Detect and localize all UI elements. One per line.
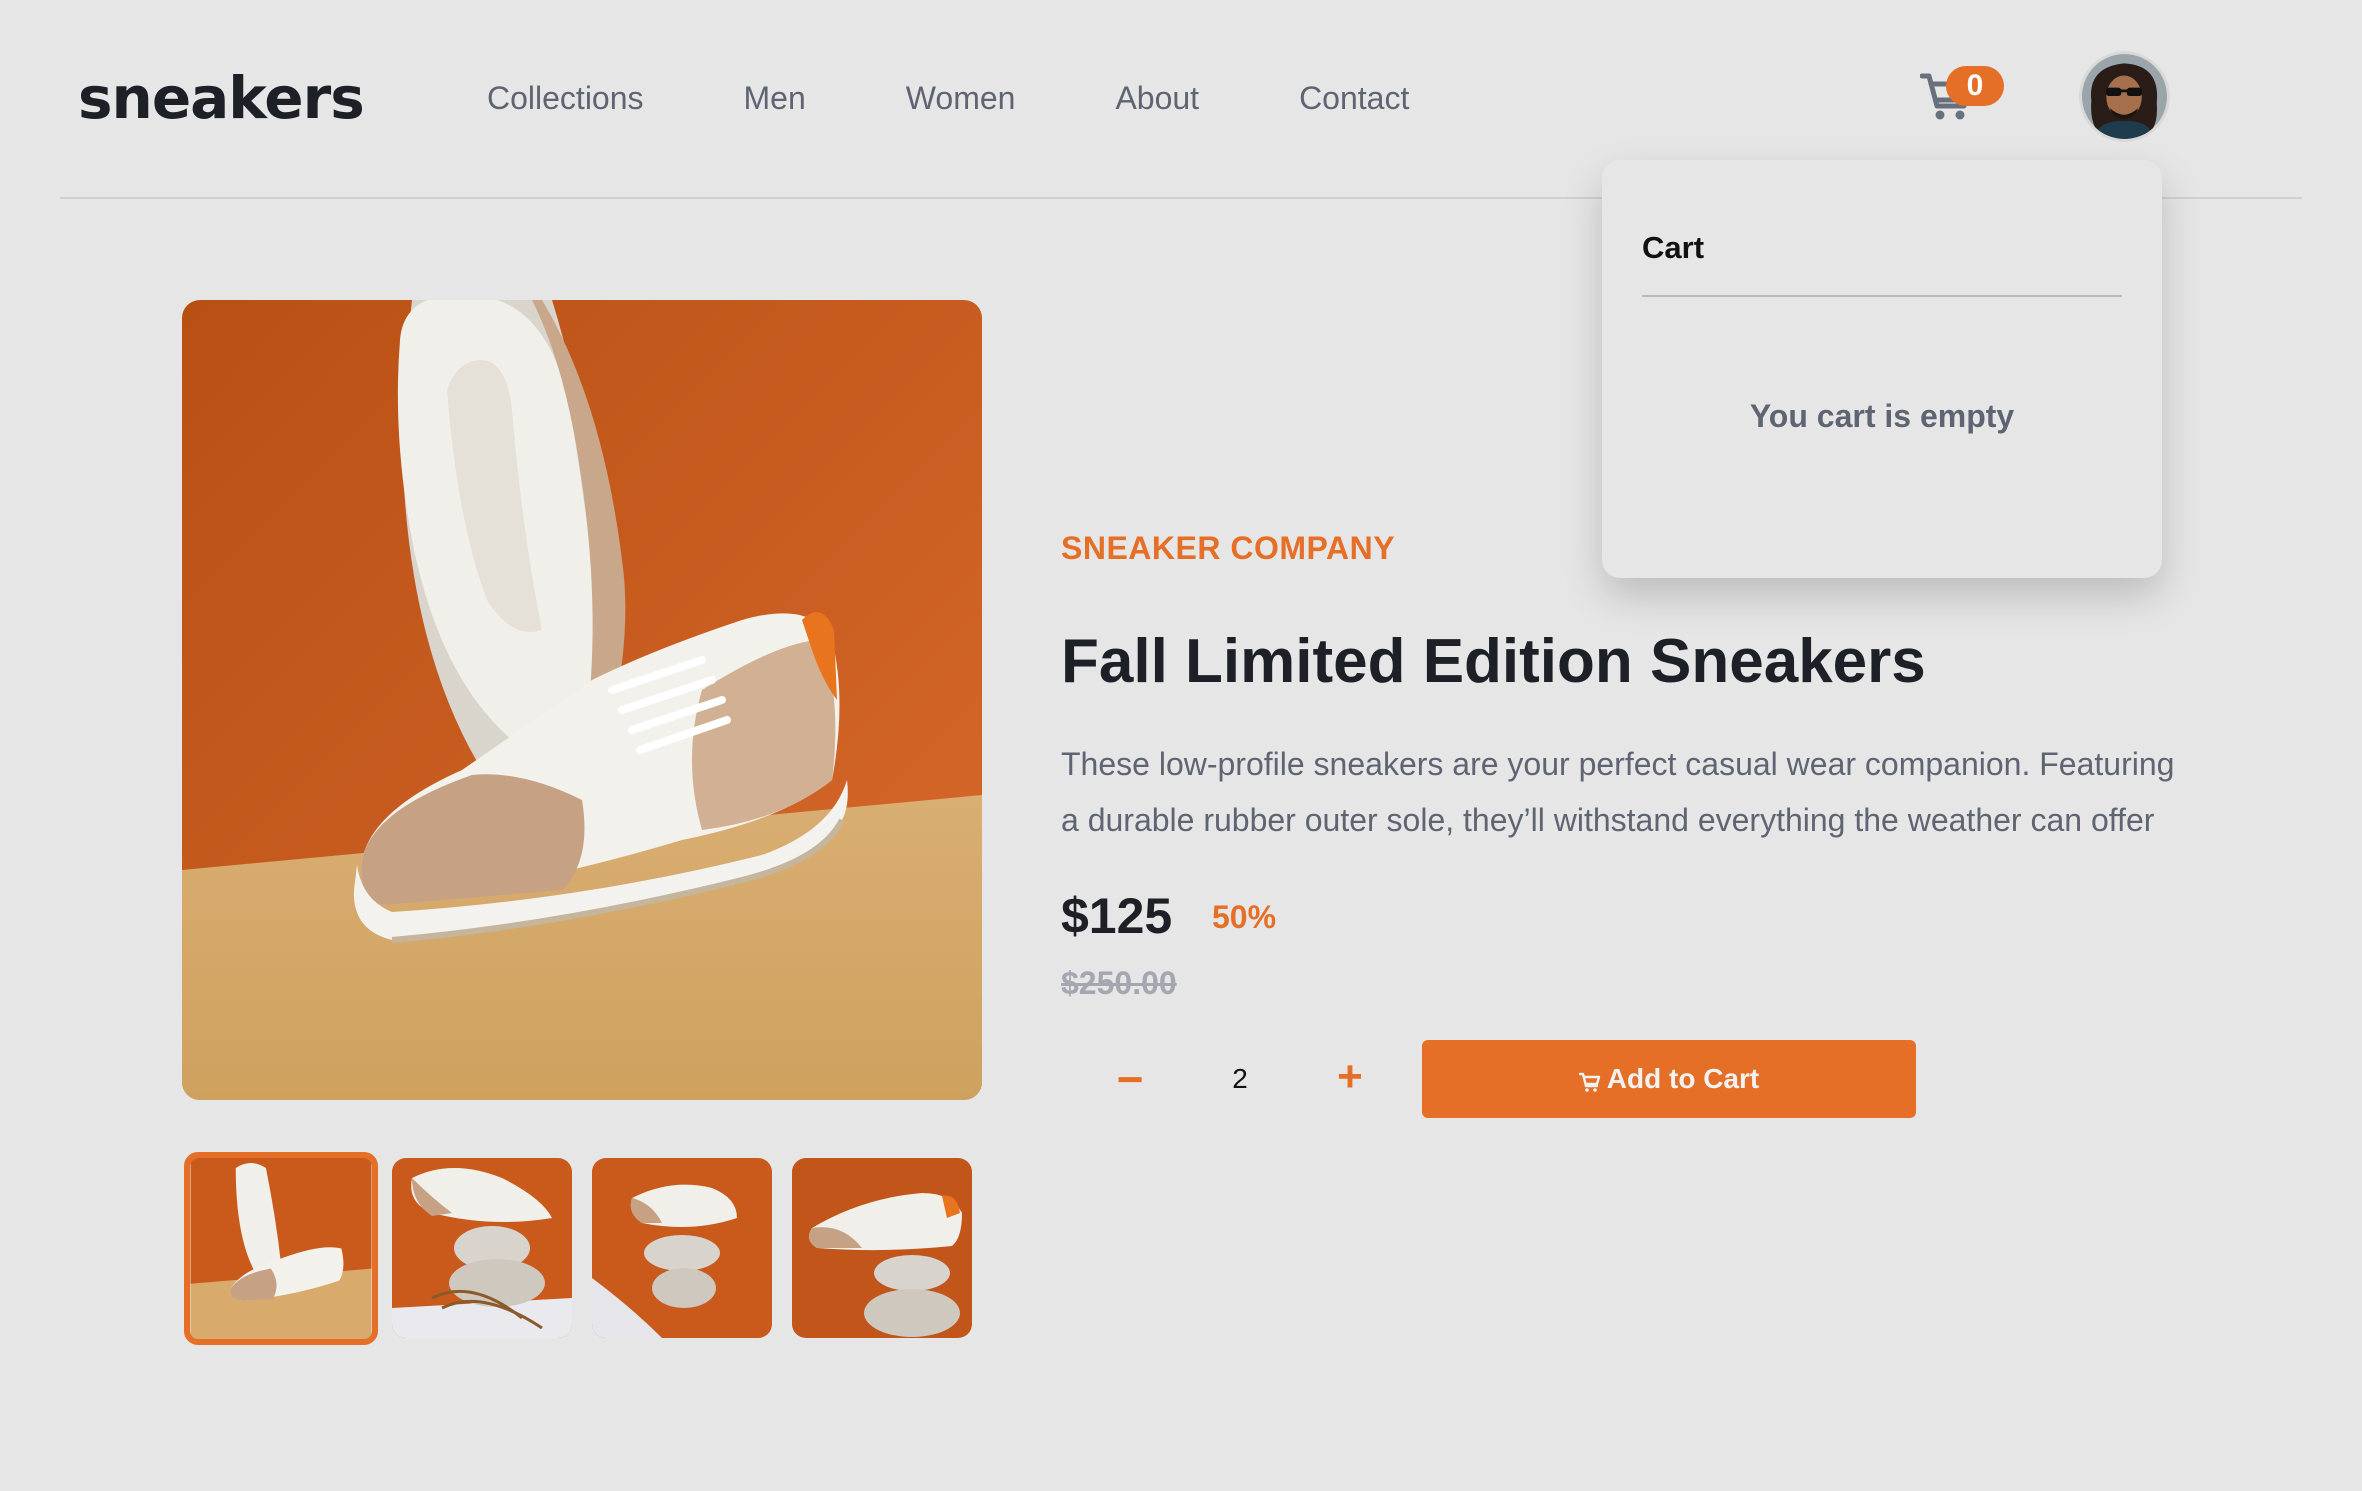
product-description: These low-profile sneakers are your perf… [1061, 746, 2175, 838]
user-avatar[interactable] [2079, 51, 2170, 142]
quantity-value: 2 [1232, 1063, 1248, 1094]
company-label: SNEAKER COMPANY [1061, 530, 1396, 566]
original-price: $250.00 [1061, 965, 1177, 1001]
cart-title: Cart [1642, 230, 1705, 265]
quantity-plus-button[interactable]: + [1330, 1052, 1370, 1102]
nav-women[interactable]: Women [906, 80, 1016, 117]
nav-contact[interactable]: Contact [1299, 80, 1409, 117]
product-main-image[interactable] [182, 300, 982, 1100]
add-to-cart-button[interactable]: Add to Cart [1422, 1040, 1916, 1118]
nav-about[interactable]: About [1115, 80, 1199, 117]
cart-icon [1578, 1068, 1601, 1092]
thumbnail-4[interactable] [792, 1158, 972, 1338]
quantity-minus-button[interactable]: − [1110, 1052, 1150, 1112]
nav-collections[interactable]: Collections [487, 80, 644, 117]
thumbnail-2[interactable] [392, 1158, 572, 1338]
cart-divider [1642, 295, 2122, 297]
cart-empty-message: You cart is empty [1749, 398, 2015, 434]
discount-badge: 50% [1212, 899, 1277, 935]
current-price: $125 [1061, 888, 1173, 944]
thumbnail-3[interactable] [592, 1158, 772, 1338]
brand-logo[interactable]: sneakers [78, 64, 365, 132]
nav-men[interactable]: Men [744, 80, 806, 117]
main-nav: Collections Men Women About Contact [487, 80, 1509, 117]
thumbnail-1[interactable] [184, 1152, 378, 1345]
add-to-cart-label: Add to Cart [1606, 1063, 1760, 1094]
product-title: Fall Limited Edition Sneakers [1061, 627, 1926, 696]
cart-dropdown: Cart You cart is empty [1602, 160, 2162, 578]
cart-count-badge: 0 [1946, 66, 2004, 106]
